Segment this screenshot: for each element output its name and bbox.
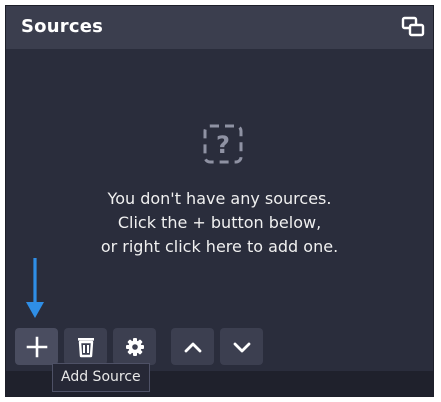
chevron-down-icon [233,342,250,352]
empty-state-message: You don't have any sources. Click the + … [6,187,433,259]
sources-list-area[interactable]: ? You don't have any sources. Click the … [6,49,433,319]
panel-header: Sources [6,6,433,49]
source-properties-button[interactable] [113,328,156,365]
question-mark-glyph: ? [216,131,230,159]
empty-state-line-2: Click the + button below, [117,213,322,232]
move-source-down-button[interactable] [220,328,263,365]
chevron-up-icon [184,342,201,352]
sources-panel: Sources ? You don't have any sources. Cl… [5,5,434,397]
plus-icon [26,336,47,357]
question-mark-icon: ? [202,123,244,165]
empty-state-line-3: or right click here to add one. [100,237,339,256]
gear-icon [125,337,144,356]
trash-icon [77,337,94,357]
remove-source-button[interactable] [64,328,107,365]
undock-icon[interactable] [401,16,425,38]
add-source-button[interactable] [15,328,58,365]
panel-title: Sources [21,16,104,37]
move-source-up-button[interactable] [171,328,214,365]
arrow-down-icon [26,258,44,318]
empty-state-line-1: You don't have any sources. [107,189,332,208]
add-source-tooltip: Add Source [52,363,150,392]
